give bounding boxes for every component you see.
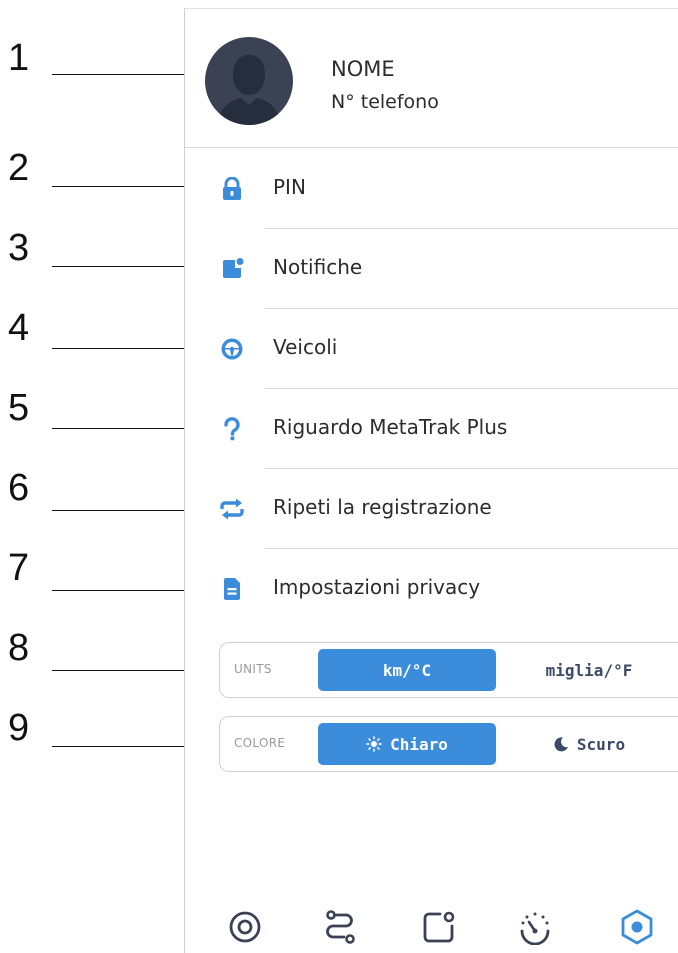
color-label: COLORE — [234, 736, 286, 750]
callout-2: 2 — [0, 147, 200, 191]
menu-item-label: Riguardo MetaTrak Plus — [273, 415, 508, 439]
callout-line — [52, 348, 198, 349]
menu-item-label: Impostazioni privacy — [273, 575, 481, 599]
document-icon — [219, 576, 245, 602]
target-icon — [229, 911, 261, 943]
units-option-km[interactable]: km/°C — [318, 649, 496, 691]
nav-settings-button[interactable] — [617, 907, 657, 947]
units-option-label: km/°C — [382, 660, 432, 680]
callout-3: 3 — [0, 227, 200, 271]
settings-hexagon-icon — [621, 909, 653, 945]
menu-item-label: Notifiche — [273, 255, 363, 279]
profile-phone: N° telefono — [331, 91, 439, 113]
callout-number: 3 — [8, 227, 30, 269]
callout-number: 5 — [8, 387, 30, 429]
menu-item-pin[interactable]: PIN — [185, 149, 678, 229]
units-option-miles[interactable]: miglia/°F — [500, 649, 678, 691]
profile-header[interactable]: NOME N° telefono — [185, 9, 678, 147]
callout-number: 6 — [8, 467, 30, 509]
person-silhouette-icon — [217, 55, 281, 125]
color-option-label: Chiaro — [390, 734, 448, 754]
callout-4: 4 — [0, 307, 200, 353]
callout-number: 8 — [8, 627, 30, 669]
units-option-label: miglia/°F — [545, 660, 633, 680]
notification-icon — [423, 911, 455, 943]
units-label: UNITS — [234, 662, 272, 676]
callout-line — [52, 186, 198, 187]
question-icon — [219, 416, 245, 442]
callout-6: 6 — [0, 467, 200, 515]
menu-item-label: Veicoli — [273, 335, 338, 359]
callout-line — [52, 590, 198, 591]
callout-8: 8 — [0, 627, 200, 675]
callout-line — [52, 510, 198, 511]
callout-number: 1 — [8, 37, 30, 79]
color-option-label: Scuro — [576, 734, 626, 754]
notification-icon — [219, 256, 245, 282]
units-toggle: UNITS km/°C miglia/°F — [219, 642, 678, 698]
callout-line — [52, 670, 198, 671]
nav-route-button[interactable] — [320, 907, 360, 947]
menu-item-riguardo[interactable]: Riguardo MetaTrak Plus — [185, 389, 678, 469]
route-icon — [326, 910, 355, 944]
avatar — [205, 37, 293, 125]
menu-item-label: Ripeti la registrazione — [273, 495, 492, 519]
callout-line — [52, 428, 198, 429]
lock-icon — [219, 176, 245, 202]
sun-icon — [366, 736, 382, 752]
steering-wheel-icon — [219, 336, 245, 362]
bottom-nav — [185, 907, 678, 953]
callout-9: 9 — [0, 707, 200, 751]
color-option-light[interactable]: Chiaro — [318, 723, 496, 765]
callout-number: 9 — [8, 707, 30, 749]
callout-number: 2 — [8, 147, 30, 189]
repeat-icon — [219, 496, 245, 522]
callout-line — [52, 266, 198, 267]
menu-item-notifiche[interactable]: Notifiche — [185, 229, 678, 309]
nav-notifications-button[interactable] — [419, 907, 459, 947]
menu-item-veicoli[interactable]: Veicoli — [185, 309, 678, 389]
callout-1: 1 — [0, 37, 200, 79]
menu-item-ripeti[interactable]: Ripeti la registrazione — [185, 469, 678, 549]
moon-icon — [554, 737, 568, 752]
callout-number: 4 — [8, 307, 30, 349]
profile-divider — [185, 147, 678, 148]
color-option-dark[interactable]: Scuro — [500, 723, 678, 765]
menu-item-privacy[interactable]: Impostazioni privacy — [185, 549, 678, 629]
menu-item-label: PIN — [273, 175, 306, 199]
color-toggle: COLORE Chiaro Scuro — [219, 716, 678, 772]
nav-speedometer-button[interactable] — [515, 907, 555, 947]
profile-name: NOME — [331, 57, 395, 81]
callout-line — [52, 746, 198, 747]
callout-5: 5 — [0, 387, 200, 433]
callout-line — [52, 74, 198, 75]
callout-7: 7 — [0, 547, 200, 595]
nav-target-button[interactable] — [225, 907, 265, 947]
speedometer-icon — [520, 912, 550, 945]
settings-panel: NOME N° telefono PIN Notifiche Veicoli R… — [184, 8, 678, 953]
callout-number: 7 — [8, 547, 30, 589]
